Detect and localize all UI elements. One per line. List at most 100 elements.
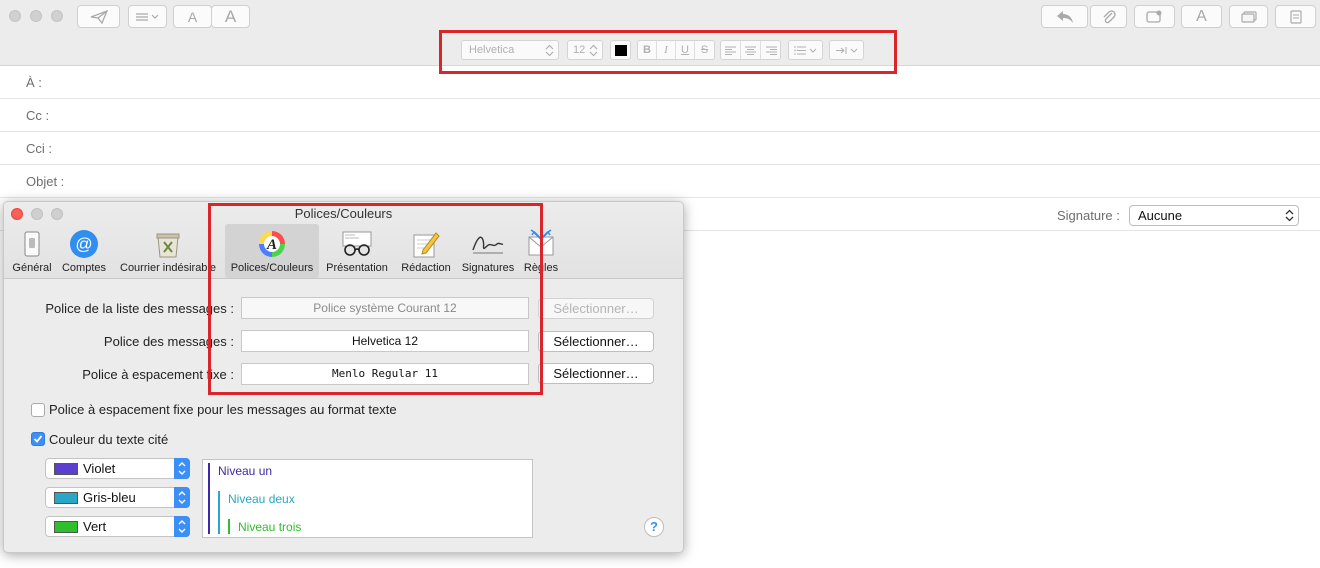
- bcc-field[interactable]: Cci :: [0, 132, 1320, 165]
- tab-signatures[interactable]: Signatures: [458, 224, 518, 278]
- preferences-toolbar: Polices/Couleurs Général @ Comptes Courr…: [4, 202, 683, 279]
- font-smaller-button[interactable]: A: [173, 5, 212, 28]
- message-list-font-label: Police de la liste des messages :: [45, 301, 234, 316]
- signature-value: Aucune: [1138, 208, 1183, 223]
- pencil-icon: [411, 228, 441, 260]
- align-right-button[interactable]: [761, 41, 781, 59]
- color-swatch-black: [614, 44, 627, 56]
- select-message-list-font-button[interactable]: Sélectionner…: [538, 298, 654, 319]
- zoom-window-button[interactable]: [51, 10, 63, 22]
- select-fixed-font-button[interactable]: Sélectionner…: [538, 363, 654, 384]
- preferences-window: Polices/Couleurs Général @ Comptes Courr…: [3, 201, 684, 553]
- message-font-label: Police des messages :: [103, 334, 234, 349]
- subject-field[interactable]: Objet :: [0, 165, 1320, 198]
- color-swatch-green: [54, 521, 78, 533]
- markup-pen-icon: [1145, 10, 1161, 23]
- color-name: Gris-bleu: [83, 490, 136, 505]
- quoted-color-checkbox[interactable]: [31, 432, 45, 446]
- indent-chevron-icon: [835, 46, 857, 54]
- fixed-plain-text-checkbox[interactable]: [31, 403, 45, 417]
- underline-button[interactable]: U: [676, 41, 695, 59]
- signature-icon: [471, 228, 505, 260]
- signature-label: Signature :: [1057, 208, 1120, 223]
- indent-popup[interactable]: [829, 40, 864, 60]
- attach-button[interactable]: [1090, 5, 1127, 28]
- font-size-select[interactable]: 12: [567, 40, 603, 60]
- alignment-buttons: [720, 40, 781, 60]
- updown-arrows-icon: [1285, 209, 1294, 222]
- font-family-value: Helvetica: [469, 44, 515, 56]
- strikethrough-button[interactable]: S: [695, 41, 714, 59]
- checkmark-icon: [33, 435, 43, 443]
- popup-stepper: [174, 458, 190, 479]
- to-field[interactable]: À :: [0, 66, 1320, 99]
- preferences-title: Polices/Couleurs: [294, 206, 393, 221]
- to-label: À :: [26, 75, 42, 90]
- format-bar: Helvetica 12 B I U S: [0, 34, 1320, 66]
- align-left-button[interactable]: [721, 41, 741, 59]
- quote-level-3-color-popup[interactable]: Vert: [45, 516, 190, 537]
- message-font-field: Helvetica 12: [241, 330, 529, 352]
- fixed-font-field: Menlo Regular 11: [241, 363, 529, 385]
- photo-browser-icon: [1240, 10, 1257, 23]
- bcc-label: Cci :: [26, 141, 52, 156]
- send-button[interactable]: [77, 5, 120, 28]
- tab-label: Règles: [523, 262, 559, 274]
- photo-browser-button[interactable]: [1229, 5, 1268, 28]
- cc-field[interactable]: Cc :: [0, 99, 1320, 132]
- tab-label: Rédaction: [401, 262, 451, 274]
- fonts-colors-icon: A: [257, 228, 287, 260]
- font-larger-button[interactable]: A: [211, 5, 250, 28]
- quote-level-2-color-popup[interactable]: Gris-bleu: [45, 487, 190, 508]
- list-chevron-icon: [135, 12, 158, 21]
- help-button[interactable]: ?: [644, 517, 664, 537]
- list-style-popup[interactable]: [788, 40, 823, 60]
- tab-general[interactable]: Général: [9, 224, 55, 278]
- signature-select[interactable]: Aucune: [1129, 205, 1299, 226]
- markup-button[interactable]: [1134, 5, 1175, 28]
- align-center-button[interactable]: [741, 41, 761, 59]
- level-1-bar: [208, 463, 210, 534]
- reply-button[interactable]: [1041, 5, 1088, 28]
- updown-arrows-icon: [545, 44, 554, 57]
- font-family-select[interactable]: Helvetica: [461, 40, 559, 60]
- tab-rules[interactable]: Règles: [520, 224, 562, 278]
- send-plane-icon: [90, 9, 108, 24]
- tab-junk-mail[interactable]: Courrier indésirable: [114, 224, 222, 278]
- popup-stepper: [174, 487, 190, 508]
- text-color-well[interactable]: [610, 40, 631, 60]
- align-right-icon: [765, 46, 777, 55]
- stationery-icon: [1289, 9, 1302, 24]
- bold-button[interactable]: B: [638, 41, 657, 59]
- style-buttons: B I U S: [637, 40, 715, 60]
- tab-label: Signatures: [461, 262, 515, 274]
- updown-arrows-icon: [178, 491, 186, 504]
- updown-arrows-icon: [178, 520, 186, 533]
- tab-fonts-colors[interactable]: A Polices/Couleurs: [225, 224, 319, 278]
- level-3-text: Niveau trois: [238, 520, 302, 534]
- align-center-icon: [745, 46, 756, 55]
- compose-toolbar: A A A: [0, 0, 1320, 34]
- format-text-button[interactable]: A: [1181, 5, 1222, 28]
- tab-label: Courrier indésirable: [120, 262, 216, 274]
- at-sign-icon: @: [69, 228, 99, 260]
- select-message-font-button[interactable]: Sélectionner…: [538, 331, 654, 352]
- level-2-text: Niveau deux: [228, 492, 295, 506]
- subject-label: Objet :: [26, 174, 65, 189]
- close-window-button[interactable]: [9, 10, 21, 22]
- level-1-text: Niveau un: [218, 464, 273, 478]
- updown-arrows-icon: [178, 462, 186, 475]
- quote-levels-preview: Niveau un Niveau deux Niveau trois: [202, 459, 533, 538]
- color-name: Violet: [83, 461, 116, 476]
- fixed-font-label: Police à espacement fixe :: [82, 367, 234, 382]
- stationery-button[interactable]: [1275, 5, 1316, 28]
- tab-accounts[interactable]: @ Comptes: [59, 224, 109, 278]
- quote-level-1-color-popup[interactable]: Violet: [45, 458, 190, 479]
- minimize-window-button[interactable]: [30, 10, 42, 22]
- italic-button[interactable]: I: [657, 41, 676, 59]
- tab-viewing[interactable]: Présentation: [321, 224, 393, 278]
- header-fields-button[interactable]: [128, 5, 167, 28]
- glasses-icon: [341, 228, 373, 260]
- tab-composing[interactable]: Rédaction: [396, 224, 456, 278]
- general-switch-icon: [18, 228, 46, 260]
